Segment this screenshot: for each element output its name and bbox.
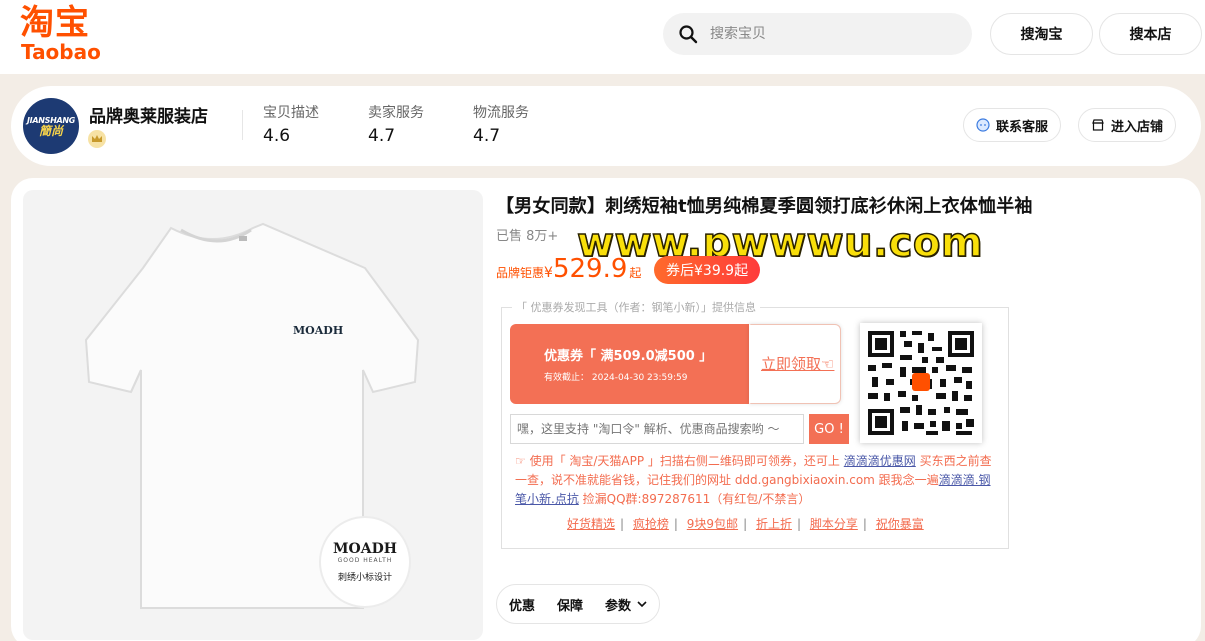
- ticket-expiry: 有效截止： 2024-04-30 23:59:59: [544, 373, 688, 383]
- qr-code: [860, 323, 982, 443]
- avatar-line2: 簡尚: [38, 123, 63, 138]
- search-bar[interactable]: [663, 13, 972, 55]
- search-taobao-button[interactable]: 搜淘宝: [990, 13, 1093, 55]
- detail-tabs: 优惠 保障 参数: [496, 584, 661, 624]
- notice-prefix: ☞ 使用「 淘宝/天猫APP 」扫描右侧二维码即可领券，还可上: [515, 454, 840, 468]
- divider: [242, 110, 243, 140]
- score-label: 宝贝描述: [263, 105, 319, 121]
- logo-en-text: Taobao: [21, 40, 101, 64]
- score-seller-service: 卖家服务 4.7: [368, 102, 424, 146]
- price-suffix: 起: [629, 266, 642, 280]
- enter-label: 进入店铺: [1111, 119, 1164, 135]
- coupon-finder-panel: 「 优惠券发现工具（作者：钢笔小新）」提供信息 优惠券「 满509.0减500 …: [501, 299, 1009, 549]
- link-get-rich[interactable]: 祝你暴富: [876, 517, 924, 531]
- sold-count: 已售 8万+: [496, 229, 559, 244]
- link-script-share[interactable]: 脚本分享: [810, 517, 858, 531]
- product-title: 【男女同款】刺绣短袖t恤男纯棉夏季圆领打底衫休闲上衣体恤半袖: [496, 196, 1033, 217]
- price-value: 529.9: [552, 254, 628, 284]
- finder-caption: 「 优惠券发现工具（作者：钢笔小新）」提供信息: [512, 299, 760, 315]
- score-label: 卖家服务: [368, 105, 424, 121]
- claim-coupon-button[interactable]: 立即领取☜: [749, 324, 841, 404]
- shop-avatar[interactable]: JIANSHANG 簡尚: [23, 98, 79, 154]
- logo-cn-text: 淘宝: [20, 3, 90, 43]
- price-currency: ¥: [544, 265, 553, 281]
- score-value: 4.7: [473, 126, 501, 146]
- contact-service-button[interactable]: 联系客服: [963, 108, 1062, 142]
- coupon-ticket[interactable]: 优惠券「 满509.0减500 」 有效截止： 2024-04-30 23:59…: [510, 324, 749, 404]
- tab-discount[interactable]: 优惠: [509, 595, 535, 614]
- tshirt-image: MOADH: [84, 222, 420, 609]
- claim-label: 立即领取☜: [761, 355, 835, 373]
- go-button[interactable]: GO !: [809, 414, 849, 444]
- search-input[interactable]: [710, 26, 950, 42]
- enter-store-button[interactable]: 进入店铺: [1078, 108, 1177, 142]
- usage-notice: ☞ 使用「 淘宝/天猫APP 」扫描右侧二维码即可领券，还可上 滴滴滴优惠网 买…: [515, 452, 995, 509]
- product-image[interactable]: MOADH MOADH GOOD HEALTH 刺绣小标设计: [23, 190, 483, 640]
- score-logistics: 物流服务 4.7: [473, 102, 529, 146]
- crown-icon: [88, 130, 106, 148]
- qr-code-image: [868, 331, 974, 435]
- coupon-price-chip[interactable]: 券后¥39.9起: [654, 256, 761, 284]
- link-good-picks[interactable]: 好货精选: [567, 517, 615, 531]
- search-store-button[interactable]: 搜本店: [1099, 13, 1202, 55]
- quick-links: 好货精选 | 疯抢榜 | 9块9包邮 | 折上折 | 脚本分享 | 祝你暴富: [567, 517, 924, 531]
- chevron-down-icon: [637, 601, 647, 608]
- product-card: MOADH MOADH GOOD HEALTH 刺绣小标设计 【男女同款】刺绣短…: [11, 178, 1201, 641]
- score-value: 4.7: [368, 126, 396, 146]
- taobao-logo[interactable]: 淘宝 Taobao: [20, 4, 106, 64]
- score-description: 宝贝描述 4.6: [263, 102, 319, 146]
- score-value: 4.6: [263, 126, 291, 146]
- didi-site-link[interactable]: 滴滴滴优惠网: [844, 454, 916, 468]
- tab-params-label: 参数: [605, 598, 632, 614]
- ticket-title: 优惠券「 满509.0减500 」: [544, 349, 713, 364]
- link-9-9-free-shipping[interactable]: 9块9包邮: [687, 517, 738, 531]
- tab-params[interactable]: 参数: [605, 595, 647, 614]
- price: 品牌钜惠 ¥ 529.9 起: [496, 254, 641, 284]
- contact-label: 联系客服: [996, 119, 1049, 135]
- link-hot-list[interactable]: 疯抢榜: [633, 517, 669, 531]
- embroidery-badge: MOADH GOOD HEALTH 刺绣小标设计: [319, 516, 411, 608]
- chat-icon: [976, 118, 990, 132]
- link-extra-discount[interactable]: 折上折: [756, 517, 792, 531]
- top-header: 淘宝 Taobao 搜淘宝 搜本店: [0, 0, 1205, 74]
- badge-caption: 刺绣小标设计: [337, 573, 392, 583]
- search-icon: [679, 25, 698, 44]
- tab-guarantee[interactable]: 保障: [557, 595, 583, 614]
- notice-suffix: 捡漏QQ群:897287611（有红包/不禁言）: [582, 492, 811, 506]
- price-label: 品牌钜惠: [496, 266, 545, 280]
- shop-name[interactable]: 品牌奥莱服装店: [89, 102, 208, 127]
- badge-brand: MOADH: [333, 541, 397, 557]
- store-icon: [1092, 119, 1104, 131]
- badge-sub: GOOD HEALTH: [337, 557, 393, 564]
- score-label: 物流服务: [473, 105, 529, 121]
- keyword-search-input[interactable]: [510, 414, 804, 444]
- shop-info-bar: JIANSHANG 簡尚 品牌奥莱服装店 宝贝描述 4.6 卖家服务 4.7 物…: [11, 86, 1201, 166]
- chest-logo: MOADH: [293, 324, 343, 337]
